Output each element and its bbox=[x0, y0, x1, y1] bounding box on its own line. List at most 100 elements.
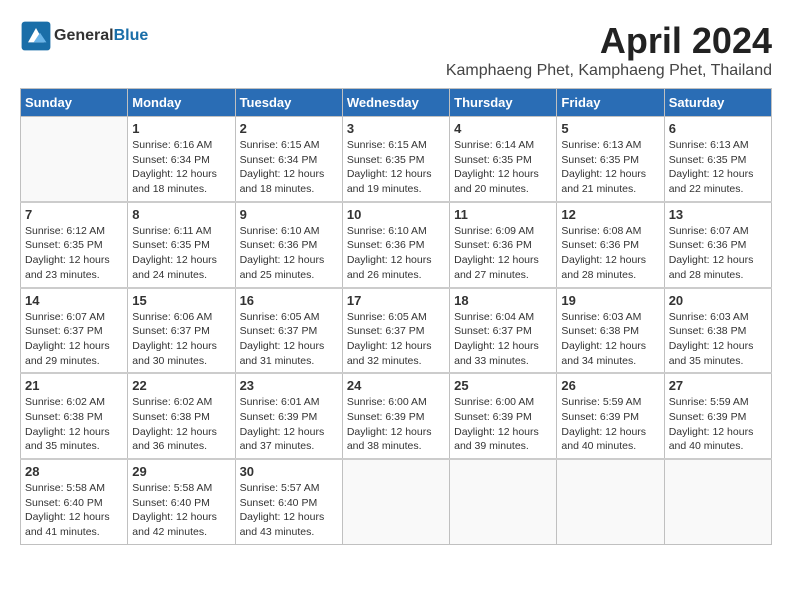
calendar-cell: 27Sunrise: 5:59 AMSunset: 6:39 PMDayligh… bbox=[664, 373, 771, 459]
day-number: 26 bbox=[561, 378, 659, 393]
day-number: 9 bbox=[240, 207, 338, 222]
calendar-cell: 18 Sunrise: 6:04 AMSunset: 6:37 PMDayligh… bbox=[450, 288, 557, 374]
calendar-cell: 14Sunrise: 6:07 AMSunset: 6:37 PMDayligh… bbox=[21, 288, 128, 374]
day-info: Sunrise: 6:10 AMSunset: 6:36 PMDaylight:… bbox=[240, 224, 338, 283]
day-info: Sunrise: 6:13 AMSunset: 6:35 PMDaylight:… bbox=[561, 138, 659, 197]
calendar-week-4: 21Sunrise: 6:02 AMSunset: 6:38 PMDayligh… bbox=[21, 373, 772, 459]
calendar-cell: 30Sunrise: 5:57 AMSunset: 6:40 PMDayligh… bbox=[235, 459, 342, 544]
day-info: Sunrise: 6:10 AMSunset: 6:36 PMDaylight:… bbox=[347, 224, 445, 283]
day-info: Sunrise: 6:11 AMSunset: 6:35 PMDaylight:… bbox=[132, 224, 230, 283]
month-year-title: April 2024 bbox=[446, 20, 772, 62]
day-number: 10 bbox=[347, 207, 445, 222]
day-number: 29 bbox=[132, 464, 230, 479]
day-info: Sunrise: 6:07 AMSunset: 6:36 PMDaylight:… bbox=[669, 224, 767, 283]
day-number: 16 bbox=[240, 293, 338, 308]
day-info: Sunrise: 6:16 AMSunset: 6:34 PMDaylight:… bbox=[132, 138, 230, 197]
day-number: 15 bbox=[132, 293, 230, 308]
day-info: Sunrise: 6:07 AMSunset: 6:37 PMDaylight:… bbox=[25, 310, 123, 369]
day-number: 30 bbox=[240, 464, 338, 479]
calendar-week-3: 14Sunrise: 6:07 AMSunset: 6:37 PMDayligh… bbox=[21, 288, 772, 374]
calendar-table: SundayMondayTuesdayWednesdayThursdayFrid… bbox=[20, 88, 772, 545]
calendar-week-2: 7Sunrise: 6:12 AMSunset: 6:35 PMDaylight… bbox=[21, 202, 772, 288]
day-number: 22 bbox=[132, 378, 230, 393]
day-number: 12 bbox=[561, 207, 659, 222]
calendar-header-row: SundayMondayTuesdayWednesdayThursdayFrid… bbox=[21, 89, 772, 117]
calendar-cell: 24Sunrise: 6:00 AMSunset: 6:39 PMDayligh… bbox=[342, 373, 449, 459]
header-wednesday: Wednesday bbox=[342, 89, 449, 117]
calendar-cell bbox=[21, 117, 128, 202]
day-info: Sunrise: 6:08 AMSunset: 6:36 PMDaylight:… bbox=[561, 224, 659, 283]
day-info: Sunrise: 6:05 AMSunset: 6:37 PMDaylight:… bbox=[347, 310, 445, 369]
day-info: Sunrise: 6:01 AMSunset: 6:39 PMDaylight:… bbox=[240, 395, 338, 454]
calendar-week-5: 28 Sunrise: 5:58 AMSunset: 6:40 PMDayligh… bbox=[21, 459, 772, 544]
day-info: Sunrise: 6:05 AMSunset: 6:37 PMDaylight:… bbox=[240, 310, 338, 369]
day-number: 17 bbox=[347, 293, 445, 308]
day-number: 24 bbox=[347, 378, 445, 393]
calendar-cell bbox=[342, 459, 449, 544]
day-number: 13 bbox=[669, 207, 767, 222]
day-info: Sunrise: 6:06 AMSunset: 6:37 PMDaylight:… bbox=[132, 310, 230, 369]
calendar-cell: 7Sunrise: 6:12 AMSunset: 6:35 PMDaylight… bbox=[21, 202, 128, 288]
calendar-cell: 12 Sunrise: 6:08 AMSunset: 6:36 PMDayligh… bbox=[557, 202, 664, 288]
day-info: Sunrise: 6:00 AMSunset: 6:39 PMDaylight:… bbox=[454, 395, 552, 454]
calendar-cell: 29 Sunrise: 5:58 AMSunset: 6:40 PMDayligh… bbox=[128, 459, 235, 544]
calendar-cell: 26 Sunrise: 5:59 AMSunset: 6:39 PMDayligh… bbox=[557, 373, 664, 459]
header-monday: Monday bbox=[128, 89, 235, 117]
day-info: Sunrise: 6:02 AMSunset: 6:38 PMDaylight:… bbox=[25, 395, 123, 454]
calendar-cell: 15 Sunrise: 6:06 AMSunset: 6:37 PMDayligh… bbox=[128, 288, 235, 374]
calendar-cell: 5Sunrise: 6:13 AMSunset: 6:35 PMDaylight… bbox=[557, 117, 664, 202]
header-sunday: Sunday bbox=[21, 89, 128, 117]
day-info: Sunrise: 6:02 AMSunset: 6:38 PMDaylight:… bbox=[132, 395, 230, 454]
calendar-week-1: 1 Sunrise: 6:16 AMSunset: 6:34 PMDaylight… bbox=[21, 117, 772, 202]
calendar-cell: 10 Sunrise: 6:10 AMSunset: 6:36 PMDayligh… bbox=[342, 202, 449, 288]
day-number: 3 bbox=[347, 121, 445, 136]
day-number: 23 bbox=[240, 378, 338, 393]
calendar-cell: 13 Sunrise: 6:07 AMSunset: 6:36 PMDayligh… bbox=[664, 202, 771, 288]
calendar-cell: 25 Sunrise: 6:00 AMSunset: 6:39 PMDayligh… bbox=[450, 373, 557, 459]
location-title: Kamphaeng Phet, Kamphaeng Phet, Thailand bbox=[446, 62, 772, 80]
calendar-cell bbox=[664, 459, 771, 544]
calendar-cell: 19 Sunrise: 6:03 AMSunset: 6:38 PMDayligh… bbox=[557, 288, 664, 374]
title-section: April 2024 Kamphaeng Phet, Kamphaeng Phe… bbox=[446, 20, 772, 80]
header-tuesday: Tuesday bbox=[235, 89, 342, 117]
calendar-cell: 16 Sunrise: 6:05 AMSunset: 6:37 PMDayligh… bbox=[235, 288, 342, 374]
day-info: Sunrise: 5:59 AMSunset: 6:39 PMDaylight:… bbox=[561, 395, 659, 454]
header-thursday: Thursday bbox=[450, 89, 557, 117]
page-header: GeneralBlue April 2024 Kamphaeng Phet, K… bbox=[20, 20, 772, 80]
day-info: Sunrise: 6:09 AMSunset: 6:36 PMDaylight:… bbox=[454, 224, 552, 283]
day-number: 1 bbox=[132, 121, 230, 136]
day-number: 18 bbox=[454, 293, 552, 308]
day-info: Sunrise: 6:03 AMSunset: 6:38 PMDaylight:… bbox=[561, 310, 659, 369]
logo-icon bbox=[20, 20, 52, 52]
day-number: 2 bbox=[240, 121, 338, 136]
calendar-cell: 28Sunrise: 5:58 AMSunset: 6:40 PMDayligh… bbox=[21, 459, 128, 544]
calendar-cell: 9 Sunrise: 6:10 AMSunset: 6:36 PMDaylight… bbox=[235, 202, 342, 288]
day-number: 19 bbox=[561, 293, 659, 308]
day-info: Sunrise: 6:15 AMSunset: 6:35 PMDaylight:… bbox=[347, 138, 445, 197]
day-number: 28 bbox=[25, 464, 123, 479]
calendar-cell: 17 Sunrise: 6:05 AMSunset: 6:37 PMDayligh… bbox=[342, 288, 449, 374]
calendar-cell: 21Sunrise: 6:02 AMSunset: 6:38 PMDayligh… bbox=[21, 373, 128, 459]
day-info: Sunrise: 6:04 AMSunset: 6:37 PMDaylight:… bbox=[454, 310, 552, 369]
day-number: 8 bbox=[132, 207, 230, 222]
day-info: Sunrise: 6:03 AMSunset: 6:38 PMDaylight:… bbox=[669, 310, 767, 369]
header-friday: Friday bbox=[557, 89, 664, 117]
calendar-cell: 11 Sunrise: 6:09 AMSunset: 6:36 PMDayligh… bbox=[450, 202, 557, 288]
header-saturday: Saturday bbox=[664, 89, 771, 117]
calendar-cell: 20Sunrise: 6:03 AMSunset: 6:38 PMDayligh… bbox=[664, 288, 771, 374]
day-number: 25 bbox=[454, 378, 552, 393]
day-number: 4 bbox=[454, 121, 552, 136]
day-info: Sunrise: 6:12 AMSunset: 6:35 PMDaylight:… bbox=[25, 224, 123, 283]
day-info: Sunrise: 5:58 AMSunset: 6:40 PMDaylight:… bbox=[132, 481, 230, 540]
calendar-cell: 4 Sunrise: 6:14 AMSunset: 6:35 PMDaylight… bbox=[450, 117, 557, 202]
calendar-cell: 1 Sunrise: 6:16 AMSunset: 6:34 PMDaylight… bbox=[128, 117, 235, 202]
day-number: 27 bbox=[669, 378, 767, 393]
logo-general: General bbox=[54, 27, 114, 44]
calendar-cell bbox=[450, 459, 557, 544]
day-info: Sunrise: 6:14 AMSunset: 6:35 PMDaylight:… bbox=[454, 138, 552, 197]
calendar-cell: 22 Sunrise: 6:02 AMSunset: 6:38 PMDayligh… bbox=[128, 373, 235, 459]
day-number: 11 bbox=[454, 207, 552, 222]
calendar-cell: 2Sunrise: 6:15 AMSunset: 6:34 PMDaylight… bbox=[235, 117, 342, 202]
day-info: Sunrise: 6:13 AMSunset: 6:35 PMDaylight:… bbox=[669, 138, 767, 197]
logo: GeneralBlue bbox=[20, 20, 148, 52]
